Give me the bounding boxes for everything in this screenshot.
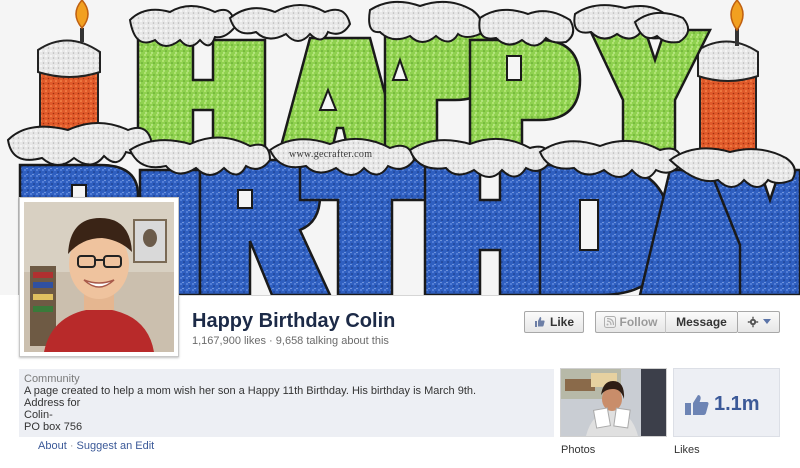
like-button[interactable]: Like — [524, 311, 584, 333]
about-box: Community A page created to help a mom w… — [19, 369, 554, 437]
photos-tile[interactable] — [560, 368, 667, 437]
profile-photo-image — [24, 202, 174, 352]
like-button-label: Like — [549, 315, 574, 329]
likes-tile[interactable]: 1.1m — [673, 368, 780, 437]
likes-count: 1.1m — [714, 393, 760, 415]
about-links: About · Suggest an Edit — [38, 440, 154, 452]
photos-thumbnail-image — [561, 369, 666, 436]
photos-tile-label[interactable]: Photos — [561, 444, 595, 456]
address-partial-line: PO box 756 — [24, 421, 83, 433]
rss-feed-icon — [603, 316, 616, 328]
page-stats: 1,167,900 likes · 9,658 talking about th… — [192, 335, 389, 347]
gear-icon — [747, 316, 758, 328]
message-button[interactable]: Message — [665, 311, 738, 333]
address-line: Colin- — [24, 409, 53, 421]
suggest-edit-link[interactable]: Suggest an Edit — [77, 440, 155, 452]
follow-button-label: Follow — [619, 315, 658, 329]
address-label: Address for — [24, 397, 81, 409]
page-description: A page created to help a mom wish her so… — [24, 385, 477, 397]
thumbs-up-icon — [534, 317, 545, 327]
message-button-label: Message — [676, 315, 727, 329]
likes-tile-label[interactable]: Likes — [674, 444, 700, 456]
about-link[interactable]: About — [38, 440, 67, 452]
page-category: Community — [24, 373, 80, 385]
profile-picture[interactable] — [19, 197, 179, 357]
follow-button[interactable]: Follow — [595, 311, 665, 333]
link-separator: · — [69, 440, 74, 452]
cover-watermark: www.gecrafter.com — [289, 149, 373, 160]
settings-menu-button[interactable] — [738, 311, 780, 333]
chevron-down-icon — [762, 319, 771, 324]
thumbs-up-icon — [685, 395, 709, 415]
header-divider — [178, 295, 800, 296]
page-title[interactable]: Happy Birthday Colin — [192, 310, 395, 333]
